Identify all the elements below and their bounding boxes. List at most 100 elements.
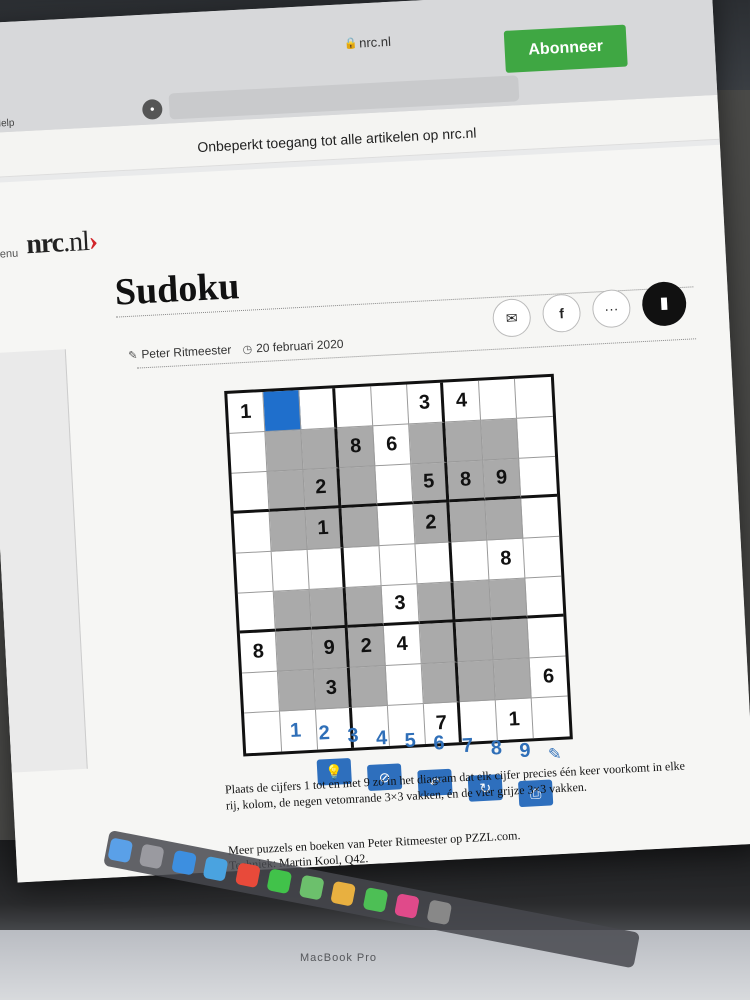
sudoku-cell[interactable]: 3 <box>381 584 420 627</box>
sudoku-cell[interactable] <box>301 428 340 471</box>
sudoku-cell[interactable] <box>309 587 348 630</box>
sudoku-cell[interactable] <box>485 498 524 541</box>
digit-button-3[interactable]: 3 <box>347 725 359 749</box>
photos-icon[interactable] <box>330 880 357 907</box>
sudoku-cell[interactable] <box>233 511 272 554</box>
sudoku-cell[interactable] <box>489 578 528 621</box>
sudoku-cell[interactable]: 8 <box>447 460 486 503</box>
sudoku-cell[interactable] <box>527 616 566 659</box>
sudoku-cell[interactable] <box>478 378 518 421</box>
sudoku-cell[interactable] <box>339 466 378 509</box>
sudoku-cell[interactable] <box>455 620 494 663</box>
digit-button-1[interactable]: 1 <box>289 719 301 743</box>
sudoku-cell[interactable] <box>345 586 384 628</box>
sudoku-cell[interactable] <box>377 504 416 547</box>
sudoku-cell[interactable] <box>457 660 496 703</box>
sudoku-cell[interactable]: 4 <box>383 624 422 666</box>
sudoku-cell[interactable] <box>493 658 532 701</box>
facetime-icon[interactable] <box>362 886 389 913</box>
sudoku-cell[interactable] <box>415 542 454 585</box>
sudoku-cell[interactable] <box>445 420 484 463</box>
calendar-icon[interactable] <box>234 862 261 889</box>
sudoku-cell[interactable] <box>481 418 520 461</box>
sudoku-grid: 134862589128389243671 <box>224 373 573 757</box>
sudoku-cell[interactable] <box>519 456 558 499</box>
laptop-screen: 🔒 nrc.nl Help ● ‹›□ Abonneer Onbeperkt t… <box>0 0 750 883</box>
url-host[interactable]: nrc.nl <box>359 34 392 51</box>
sudoku-cell[interactable] <box>525 576 564 619</box>
sudoku-cell[interactable]: 8 <box>337 426 376 469</box>
digit-button-6[interactable]: 6 <box>433 732 445 756</box>
sudoku-cell[interactable]: 2 <box>303 468 342 510</box>
sudoku-cell[interactable] <box>371 384 410 427</box>
sudoku-cell[interactable] <box>451 540 490 583</box>
sudoku-cell[interactable] <box>419 622 458 665</box>
sudoku-cell[interactable] <box>521 496 560 539</box>
sudoku-cell[interactable]: 2 <box>413 502 452 545</box>
sudoku-cell[interactable] <box>299 388 338 431</box>
maps-icon[interactable] <box>298 874 325 901</box>
sudoku-cell[interactable]: 5 <box>411 462 450 505</box>
site-logo[interactable]: nrc.nl› <box>25 226 98 262</box>
sudoku-cell[interactable] <box>349 665 388 708</box>
laptop-brand-label: MacBook Pro <box>300 952 378 964</box>
sudoku-cell[interactable]: 1 <box>227 392 266 434</box>
sudoku-cell[interactable] <box>273 589 312 632</box>
sudoku-cell[interactable] <box>335 386 374 429</box>
safari-icon[interactable] <box>171 849 197 876</box>
sudoku-cell[interactable] <box>375 464 414 507</box>
sudoku-cell[interactable] <box>385 664 424 706</box>
sudoku-cell[interactable] <box>449 500 488 543</box>
sudoku-cell[interactable] <box>275 629 314 672</box>
digit-button-4[interactable]: 4 <box>375 727 387 751</box>
menu-help[interactable]: Help <box>0 118 15 130</box>
sudoku-cell[interactable] <box>379 544 418 587</box>
sudoku-cell[interactable] <box>341 506 380 549</box>
sudoku-cell[interactable]: 9 <box>311 627 350 670</box>
sudoku-cell[interactable]: 6 <box>373 424 412 467</box>
sudoku-cell[interactable] <box>271 549 310 592</box>
menu-link[interactable]: Menu <box>0 248 19 261</box>
sudoku-cell[interactable] <box>241 671 281 714</box>
sudoku-cell[interactable] <box>417 582 456 625</box>
sudoku-cell[interactable] <box>231 471 270 514</box>
sudoku-cell[interactable] <box>409 422 448 465</box>
sudoku-cell[interactable] <box>269 509 308 552</box>
sudoku-cell[interactable]: 2 <box>347 626 386 668</box>
sudoku-cell[interactable] <box>421 662 460 705</box>
sudoku-cell[interactable] <box>277 669 316 712</box>
sudoku-cell[interactable] <box>343 546 382 588</box>
sudoku-cell[interactable]: 9 <box>483 458 522 501</box>
subscribe-button[interactable]: Abonneer <box>503 24 628 73</box>
mail-app-icon[interactable] <box>202 856 229 882</box>
sudoku-cell[interactable] <box>523 536 562 579</box>
sudoku-cell[interactable]: 8 <box>239 631 278 674</box>
sudoku-cell[interactable] <box>307 548 346 590</box>
settings-icon[interactable] <box>425 899 452 926</box>
messages-icon[interactable] <box>266 868 293 895</box>
sudoku-cell[interactable] <box>263 390 302 432</box>
launchpad-icon[interactable] <box>139 843 166 870</box>
sudoku-cell[interactable] <box>235 551 274 594</box>
sudoku-cell[interactable] <box>265 430 304 472</box>
sudoku-cell[interactable]: 3 <box>407 382 446 425</box>
bookmark-icon: ▮ <box>659 294 670 313</box>
digit-button-2[interactable]: 2 <box>318 722 330 746</box>
finder-icon[interactable] <box>107 837 134 864</box>
sudoku-cell[interactable] <box>491 618 530 661</box>
sudoku-cell[interactable] <box>514 376 553 419</box>
digit-button-5[interactable]: 5 <box>404 730 416 754</box>
sudoku-cell[interactable]: 8 <box>487 538 526 581</box>
sudoku-cell[interactable]: 3 <box>313 667 352 710</box>
itunes-icon[interactable] <box>394 893 420 919</box>
sudoku-cell[interactable] <box>229 431 268 474</box>
logo-name: nrc <box>25 227 64 261</box>
sudoku-cell[interactable]: 6 <box>529 656 568 699</box>
sudoku-cell[interactable] <box>267 470 306 512</box>
sudoku-cell[interactable] <box>517 416 556 459</box>
sudoku-cell[interactable]: 1 <box>305 508 344 550</box>
sudoku-cell[interactable] <box>453 580 492 623</box>
sudoku-cell[interactable] <box>237 591 276 634</box>
sudoku-cell[interactable]: 4 <box>443 380 482 423</box>
sudoku-cell[interactable] <box>244 711 283 754</box>
